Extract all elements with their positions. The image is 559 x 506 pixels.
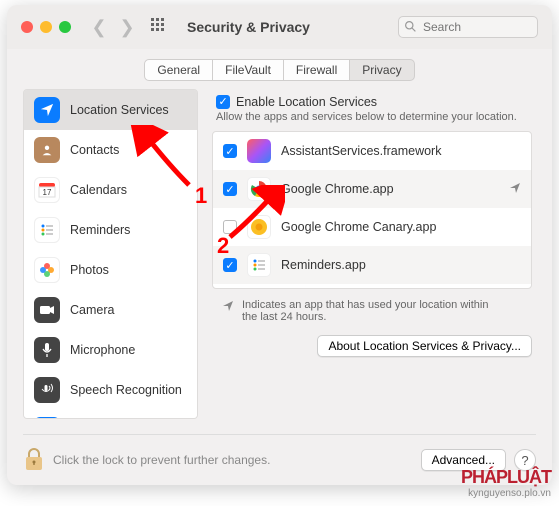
app-checkbox[interactable] <box>223 220 237 234</box>
nav-forward-button[interactable]: ❯ <box>117 17 137 38</box>
sidebar-item-contacts[interactable]: Contacts <box>24 130 197 170</box>
titlebar: ❮ ❯ Security & Privacy <box>7 5 552 49</box>
window-title: Security & Privacy <box>187 19 310 35</box>
app-checkbox[interactable]: ✓ <box>223 258 237 272</box>
sidebar-label: Photos <box>70 263 109 277</box>
show-all-button[interactable] <box>151 18 169 36</box>
sidebar-label: Contacts <box>70 143 119 157</box>
sidebar-item-reminders[interactable]: Reminders <box>24 210 197 250</box>
note-arrow-icon <box>222 299 234 323</box>
sidebar-item-photos[interactable]: Photos <box>24 250 197 290</box>
recent-location-icon <box>509 181 521 197</box>
annotation-number-1: 1 <box>195 183 207 209</box>
app-row: ✓ AssistantServices.framework <box>213 132 531 170</box>
app-name: Google Chrome.app <box>281 182 394 196</box>
calendar-icon: 17 <box>34 177 60 203</box>
reminders-app-icon <box>247 253 271 277</box>
search-wrap <box>398 16 538 38</box>
contacts-icon <box>34 137 60 163</box>
photos-icon <box>34 257 60 283</box>
lock-text: Click the lock to prevent further change… <box>53 453 270 467</box>
close-button[interactable] <box>21 21 33 33</box>
svg-text:17: 17 <box>43 188 52 197</box>
sidebar-label: Reminders <box>70 223 130 237</box>
tab-firewall[interactable]: Firewall <box>283 59 350 81</box>
footer: Click the lock to prevent further change… <box>23 434 536 473</box>
sidebar-label: Microphone <box>70 343 135 357</box>
accessibility-icon <box>34 417 60 419</box>
main-panel: Enable Location Services Allow the apps … <box>212 89 536 419</box>
tab-general[interactable]: General <box>144 59 213 81</box>
app-checkbox[interactable]: ✓ <box>223 182 237 196</box>
sidebar-item-location[interactable]: Location Services <box>24 90 197 130</box>
about-location-button[interactable]: About Location Services & Privacy... <box>317 335 532 357</box>
camera-icon <box>34 297 60 323</box>
sidebar-item-calendars[interactable]: 17 Calendars <box>24 170 197 210</box>
app-name: Google Chrome Canary.app <box>281 220 436 234</box>
sidebar-label: Speech Recognition <box>70 383 182 397</box>
app-row: ✓ Google Chrome.app <box>213 170 531 208</box>
location-icon <box>34 97 60 123</box>
enable-location-sublabel: Allow the apps and services below to det… <box>216 111 532 123</box>
watermark-brand: PHÁPLUẬT <box>461 467 551 488</box>
note-text: Indicates an app that has used your loca… <box>242 299 492 323</box>
microphone-icon <box>34 337 60 363</box>
app-name: Reminders.app <box>281 258 366 272</box>
reminders-icon <box>34 217 60 243</box>
sidebar-item-speech[interactable]: Speech Recognition <box>24 370 197 410</box>
enable-location-label: Enable Location Services <box>236 95 377 109</box>
zoom-button[interactable] <box>59 21 71 33</box>
chrome-icon <box>247 177 271 201</box>
tab-privacy[interactable]: Privacy <box>349 59 414 81</box>
window-controls <box>21 21 71 33</box>
minimize-button[interactable] <box>40 21 52 33</box>
framework-icon <box>247 139 271 163</box>
sidebar-item-accessibility[interactable]: Accessibility <box>24 410 197 419</box>
privacy-sidebar: Location Services Contacts 17 Calendars … <box>23 89 198 419</box>
app-list: ✓ AssistantServices.framework ✓ Google C… <box>212 131 532 289</box>
location-note: Indicates an app that has used your loca… <box>212 299 532 323</box>
tabs: General FileVault Firewall Privacy <box>7 59 552 81</box>
search-input[interactable] <box>398 16 538 38</box>
app-checkbox[interactable]: ✓ <box>223 144 237 158</box>
lock-icon[interactable] <box>23 447 45 473</box>
app-row: ✓ Reminders.app <box>213 246 531 284</box>
sidebar-label: Location Services <box>70 103 169 117</box>
watermark-site: kynguyenso.plo.vn <box>461 488 551 499</box>
sidebar-label: Camera <box>70 303 114 317</box>
search-icon <box>404 20 417 33</box>
annotation-number-2: 2 <box>217 233 229 259</box>
speech-icon <box>34 377 60 403</box>
app-name: AssistantServices.framework <box>281 144 441 158</box>
tab-filevault[interactable]: FileVault <box>212 59 284 81</box>
watermark: PHÁPLUẬT kynguyenso.plo.vn <box>461 467 551 499</box>
sidebar-item-microphone[interactable]: Microphone <box>24 330 197 370</box>
enable-location-checkbox[interactable] <box>216 95 230 109</box>
chrome-canary-icon <box>247 215 271 239</box>
app-row: Google Chrome Canary.app <box>213 208 531 246</box>
nav-back-button[interactable]: ❮ <box>89 17 109 38</box>
sidebar-label: Calendars <box>70 183 127 197</box>
sidebar-item-camera[interactable]: Camera <box>24 290 197 330</box>
